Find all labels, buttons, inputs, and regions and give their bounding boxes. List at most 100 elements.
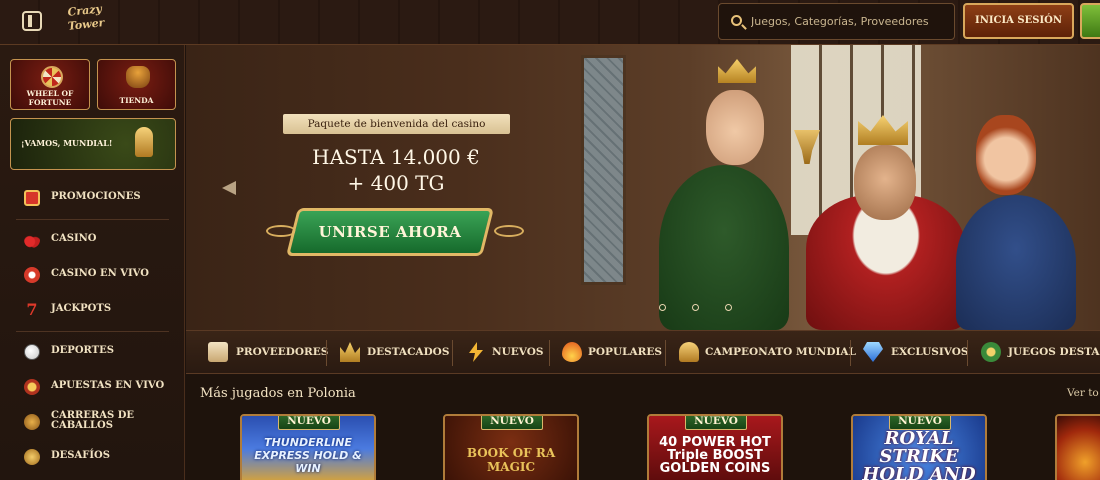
banner-ribbon: Paquete de bienvenida del casino: [283, 114, 510, 134]
sidebar-item-promociones[interactable]: PROMOCIONES: [0, 181, 185, 216]
gift-icon: [24, 190, 40, 206]
category-label: JUEGOS DESTACA: [1008, 346, 1100, 358]
sidebar-item-label: APUESTAS EN VIVO: [51, 380, 165, 391]
game-title: 40 POWER HOT Triple BOOST GOLDEN COINS: [659, 435, 771, 476]
basket-icon: [126, 66, 150, 88]
king-head: [854, 145, 916, 220]
register-button[interactable]: [1080, 3, 1100, 39]
game-thumbnail: [1057, 416, 1100, 480]
game-card[interactable]: NUEVO ROYAL STRIKE HOLD AND WIN: [851, 414, 987, 480]
trophy-icon: [135, 127, 153, 157]
diamond-icon: [863, 342, 883, 362]
queen-head: [706, 90, 764, 165]
category-label: PROVEEDORES: [236, 346, 329, 358]
site-logo[interactable]: Crazy Tower: [62, 2, 110, 44]
category-label: EXCLUSIVOS: [891, 346, 969, 358]
games-section: Más jugados en Polonia Ver to NUEVO THUN…: [186, 375, 1100, 480]
castle-window: [581, 55, 626, 285]
sidebar-item-jackpots[interactable]: 7 JACKPOTS: [0, 293, 185, 328]
category-label: DESTACADOS: [367, 346, 450, 358]
divider: [549, 340, 550, 366]
chip-icon: [24, 267, 40, 283]
divider: [16, 219, 169, 220]
sidebar-item-apuestas-en-vivo[interactable]: APUESTAS EN VIVO: [0, 370, 185, 405]
search-box[interactable]: [718, 3, 955, 40]
sidebar-item-label: CARRERAS DE CABALLOS: [51, 410, 135, 431]
game-title: BOOK OF RA MAGIC: [466, 446, 556, 474]
divider: [16, 331, 169, 332]
carousel-dot[interactable]: [659, 304, 666, 311]
princess-illustration: [956, 195, 1076, 330]
carousel-prev-icon[interactable]: [222, 181, 236, 195]
mundial-tile[interactable]: ¡VAMOS, MUNDIAL!: [10, 118, 176, 170]
join-now-button[interactable]: UNIRSE AHORA: [286, 208, 494, 256]
soccer-ball-icon: [24, 344, 40, 360]
tile-label: TIENDA: [119, 96, 154, 105]
carousel-dots: [659, 296, 758, 315]
new-badge: NUEVO: [481, 416, 543, 430]
lightning-icon: [469, 342, 483, 362]
sidebar-item-label: DESAFÍOS: [51, 450, 110, 461]
horse-icon: [24, 414, 40, 430]
join-now-label: UNIRSE AHORA: [318, 223, 462, 241]
hero-banner[interactable]: Paquete de bienvenida del casino HASTA 1…: [186, 45, 1100, 330]
tile-label: WHEEL OF FORTUNE: [26, 89, 74, 107]
game-card[interactable]: NUEVO BOOK OF RA MAGIC: [443, 414, 579, 480]
sidebar-item-label: DEPORTES: [51, 345, 114, 356]
sidebar-item-desafios[interactable]: DESAFÍOS: [0, 440, 185, 475]
trophy-icon: [679, 342, 699, 362]
sidebar-item-deportes[interactable]: DEPORTES: [0, 335, 185, 370]
sidebar: WHEEL OF FORTUNE TIENDA ¡VAMOS, MUNDIAL!…: [0, 45, 185, 480]
carousel-dot[interactable]: [725, 304, 732, 311]
category-label: CAMPEONATO MUNDIAL: [705, 346, 856, 358]
login-button[interactable]: INICIA SESIÓN: [963, 3, 1074, 39]
tile-label: ¡VAMOS, MUNDIAL!: [21, 138, 113, 148]
scroll-icon: [208, 342, 228, 362]
divider: [452, 340, 453, 366]
offer-extra: + 400 TG: [347, 171, 445, 195]
divider: [665, 340, 666, 366]
new-badge: NUEVO: [278, 416, 340, 430]
game-card[interactable]: NUEVO THUNDERLINE EXPRESS HOLD & WIN: [240, 414, 376, 480]
top-bar: Crazy Tower INICIA SESIÓN: [0, 0, 1100, 45]
challenge-icon: [24, 449, 40, 465]
sidebar-nav: PROMOCIONES CASINO CASINO EN VIVO 7 JACK…: [0, 181, 185, 475]
flame-icon: [562, 342, 582, 362]
sidebar-item-casino-en-vivo[interactable]: CASINO EN VIVO: [0, 258, 185, 293]
offer-amount: HASTA 14.000 €: [312, 145, 480, 169]
divider: [326, 340, 327, 366]
game-title: THUNDERLINE EXPRESS HOLD & WIN: [254, 436, 362, 475]
carousel-dot[interactable]: [692, 304, 699, 311]
casino-page: Crazy Tower INICIA SESIÓN WHEEL OF FORTU…: [0, 0, 1100, 480]
sidebar-item-label: PROMOCIONES: [51, 191, 141, 202]
game-card[interactable]: [1055, 414, 1100, 480]
see-all-link[interactable]: Ver to: [1067, 387, 1099, 399]
wheel-of-fortune-tile[interactable]: WHEEL OF FORTUNE: [10, 59, 90, 110]
medal-icon: [981, 342, 1001, 362]
sidebar-toggle-icon[interactable]: [22, 11, 42, 31]
princess-head: [976, 115, 1036, 195]
category-bar: PROVEEDORES DESTACADOS NUEVOS POPULARES …: [186, 330, 1100, 374]
sidebar-item-carreras-de-caballos[interactable]: CARRERAS DE CABALLOS: [0, 405, 185, 440]
crown-icon: [340, 342, 360, 362]
sidebar-item-casino[interactable]: CASINO: [0, 223, 185, 258]
search-icon: [731, 15, 742, 26]
section-title: Más jugados en Polonia: [200, 386, 356, 401]
search-input[interactable]: [751, 4, 951, 39]
wheel-icon: [41, 66, 63, 88]
seven-icon: 7: [26, 300, 38, 319]
shop-tile[interactable]: TIENDA: [97, 59, 176, 110]
sidebar-item-label: CASINO: [51, 233, 97, 244]
cherry-icon: [24, 232, 40, 248]
sidebar-item-label: CASINO EN VIVO: [51, 268, 149, 279]
game-card[interactable]: NUEVO 40 POWER HOT Triple BOOST GOLDEN C…: [647, 414, 783, 480]
live-icon: [24, 379, 40, 395]
new-badge: NUEVO: [889, 416, 951, 430]
crown-icon: [718, 59, 756, 83]
ornament-icon: [494, 225, 524, 237]
game-title: ROYAL STRIKE HOLD AND WIN: [862, 428, 976, 480]
category-label: NUEVOS: [492, 346, 544, 358]
sidebar-item-label: JACKPOTS: [51, 303, 112, 314]
category-label: POPULARES: [588, 346, 662, 358]
divider: [967, 340, 968, 366]
